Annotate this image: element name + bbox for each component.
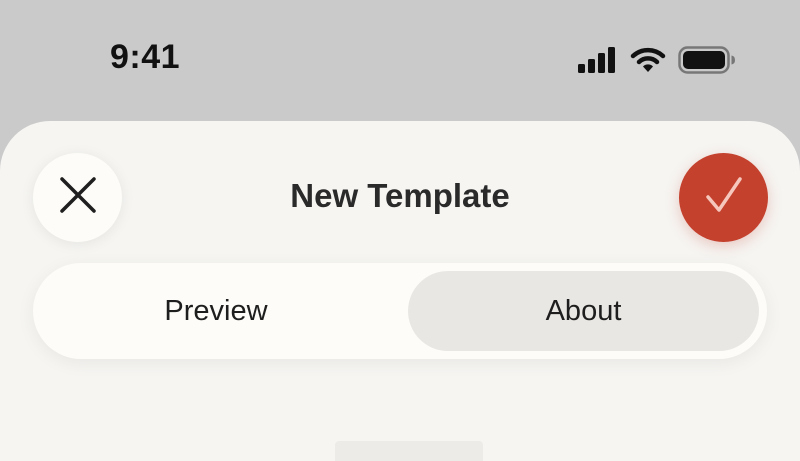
cellular-signal-icon (578, 47, 618, 73)
segment-preview-label: Preview (164, 294, 268, 327)
segmented-control: Preview About (33, 263, 767, 359)
status-time: 9:41 (110, 38, 181, 76)
checkmark-icon (704, 175, 744, 220)
segment-about-label: About (545, 294, 622, 327)
content-handle (335, 441, 483, 461)
segment-about[interactable]: About (408, 271, 759, 351)
confirm-button[interactable] (679, 153, 768, 242)
wifi-icon (630, 47, 666, 73)
status-bar: 9:41 (0, 0, 800, 120)
segment-preview[interactable]: Preview (41, 271, 391, 351)
template-sheet: New Template Preview About (0, 121, 800, 461)
status-icons (578, 46, 736, 74)
battery-icon (678, 46, 736, 74)
